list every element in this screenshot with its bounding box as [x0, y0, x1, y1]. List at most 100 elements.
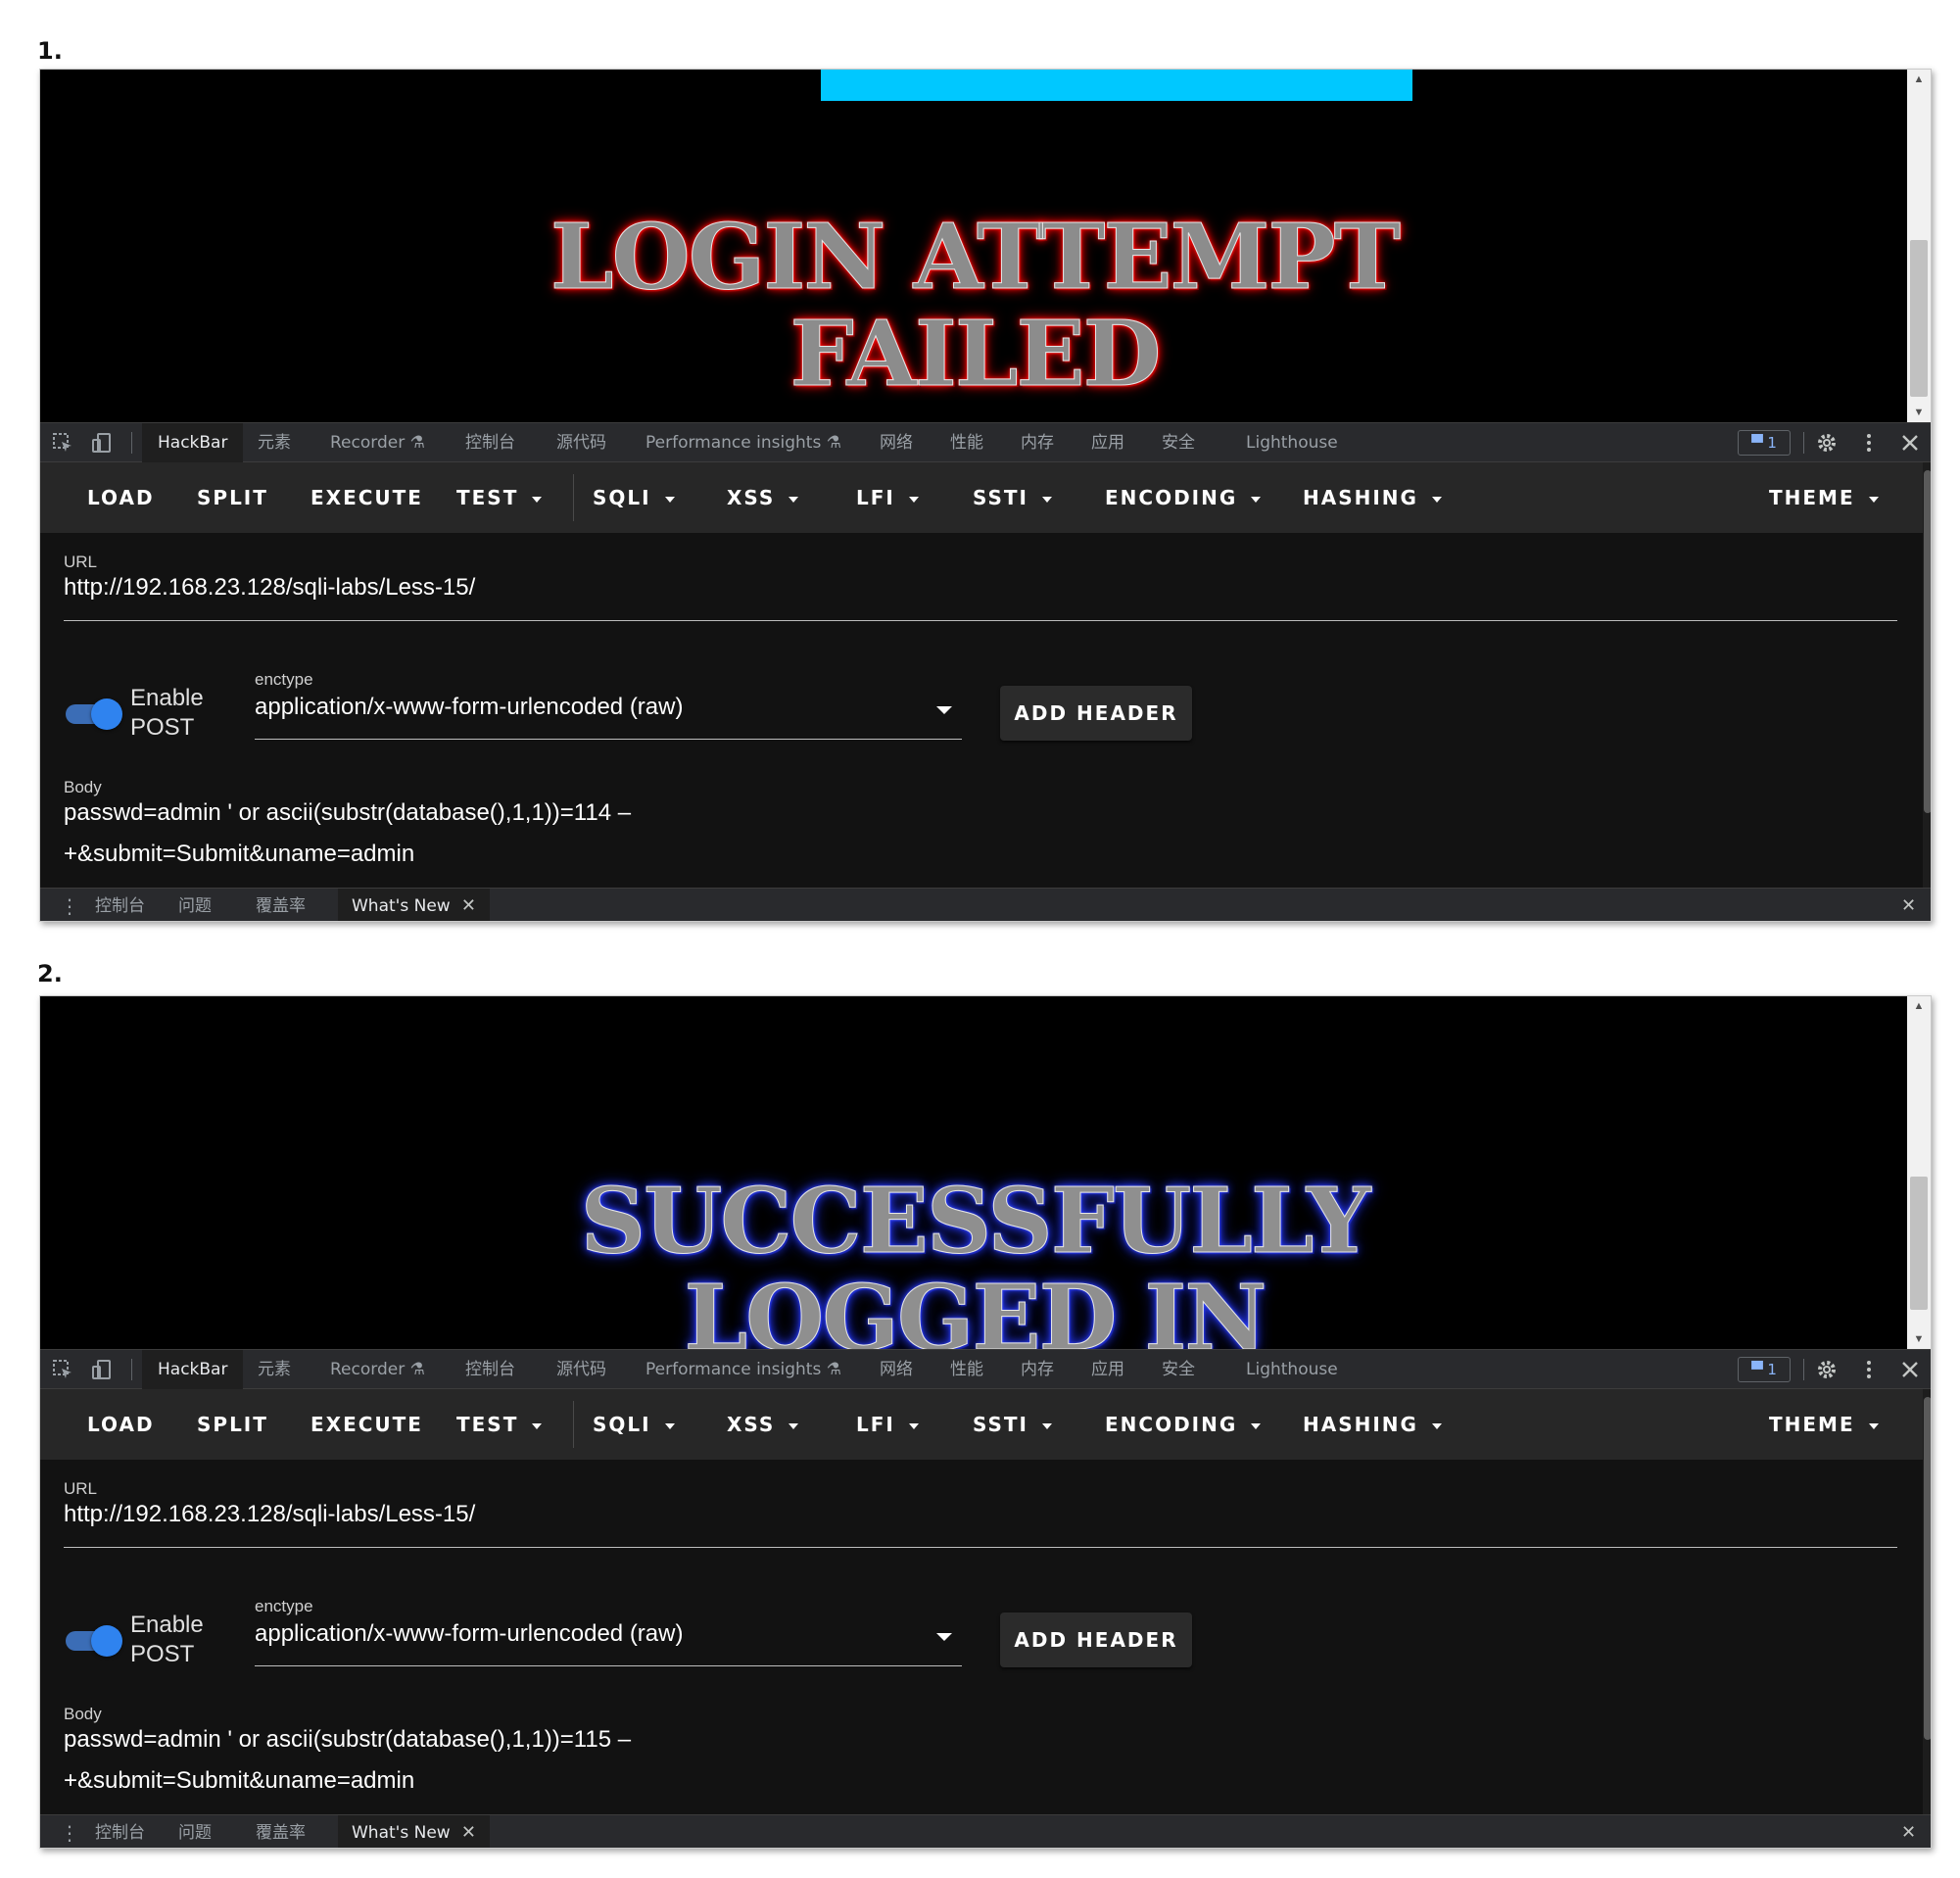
- load-button[interactable]: LOAD: [87, 462, 155, 533]
- encoding-menu[interactable]: ENCODING: [1105, 462, 1262, 533]
- dropdown-arrow-icon[interactable]: [936, 1633, 952, 1641]
- add-header-button[interactable]: ADD HEADER: [1000, 686, 1192, 741]
- body-line-2[interactable]: +&submit=Submit&uname=admin: [64, 1767, 414, 1795]
- drawer-tab-coverage[interactable]: 覆盖率: [256, 1815, 306, 1848]
- drawer-tab-issues[interactable]: 问题: [178, 1815, 212, 1848]
- enable-post-toggle[interactable]: [64, 1620, 122, 1660]
- tab-application[interactable]: 应用: [1091, 1350, 1124, 1389]
- test-menu[interactable]: TEST: [456, 462, 543, 533]
- tab-recorder[interactable]: Recorder ⚗: [330, 423, 425, 462]
- tab-lighthouse[interactable]: Lighthouse: [1246, 423, 1338, 462]
- caret-down-icon: [1251, 1422, 1262, 1429]
- xss-menu[interactable]: XSS: [727, 1389, 799, 1460]
- issues-badge[interactable]: ▀ 1: [1738, 1357, 1791, 1382]
- tab-elements[interactable]: 元素: [258, 423, 291, 462]
- tab-network[interactable]: 网络: [880, 423, 913, 462]
- issues-badge[interactable]: ▀ 1: [1738, 430, 1791, 456]
- scroll-up-icon[interactable]: ▲: [1907, 996, 1931, 1016]
- execute-button[interactable]: EXECUTE: [311, 462, 423, 533]
- body-line-1[interactable]: passwd=admin ' or ascii(substr(database(…: [64, 799, 631, 827]
- tab-console[interactable]: 控制台: [465, 1350, 515, 1389]
- split-button[interactable]: SPLIT: [197, 1389, 268, 1460]
- enable-post-toggle[interactable]: [64, 694, 122, 733]
- tab-network[interactable]: 网络: [880, 1350, 913, 1389]
- enctype-select[interactable]: application/x-www-form-urlencoded (raw): [255, 694, 683, 721]
- drawer-tab-console[interactable]: 控制台: [95, 1815, 145, 1848]
- caret-down-icon: [532, 1422, 543, 1429]
- ssti-menu[interactable]: SSTI: [973, 462, 1052, 533]
- sqli-menu[interactable]: SQLI: [593, 1389, 675, 1460]
- tab-performance[interactable]: 性能: [950, 1350, 983, 1389]
- tab-lighthouse[interactable]: Lighthouse: [1246, 1350, 1338, 1389]
- ssti-menu[interactable]: SSTI: [973, 1389, 1052, 1460]
- enable-post-label-line1: Enable: [130, 685, 204, 711]
- scroll-thumb[interactable]: [1910, 240, 1928, 397]
- scroll-down-icon[interactable]: ▼: [1907, 1329, 1931, 1349]
- close-tab-icon[interactable]: ✕: [455, 1822, 476, 1843]
- add-header-button[interactable]: ADD HEADER: [1000, 1613, 1192, 1667]
- settings-gear-icon[interactable]: [1816, 432, 1838, 454]
- caret-down-icon: [908, 1422, 919, 1429]
- split-button[interactable]: SPLIT: [197, 462, 268, 533]
- drawer-tab-issues[interactable]: 问题: [178, 889, 212, 921]
- theme-menu[interactable]: THEME: [1769, 462, 1879, 533]
- drawer-menu-icon[interactable]: ⋮: [60, 1815, 79, 1848]
- tab-security[interactable]: 安全: [1162, 1350, 1195, 1389]
- tab-memory[interactable]: 内存: [1021, 1350, 1054, 1389]
- lfi-menu[interactable]: LFI: [856, 1389, 919, 1460]
- tab-memory[interactable]: 内存: [1021, 423, 1054, 462]
- tab-performance-insights[interactable]: Performance insights ⚗: [645, 423, 841, 462]
- close-icon[interactable]: [1899, 1359, 1921, 1380]
- load-button[interactable]: LOAD: [87, 1389, 155, 1460]
- tab-console[interactable]: 控制台: [465, 423, 515, 462]
- drawer-tab-coverage[interactable]: 覆盖率: [256, 889, 306, 921]
- body-line-1[interactable]: passwd=admin ' or ascii(substr(database(…: [64, 1726, 631, 1754]
- sqli-menu[interactable]: SQLI: [593, 462, 675, 533]
- more-vert-icon[interactable]: [1858, 432, 1880, 454]
- inspect-element-icon[interactable]: [52, 432, 73, 454]
- url-input[interactable]: http://192.168.23.128/sqli-labs/Less-15/: [64, 1501, 475, 1528]
- enctype-select[interactable]: application/x-www-form-urlencoded (raw): [255, 1620, 683, 1648]
- close-icon[interactable]: [1899, 432, 1921, 454]
- page-scrollbar[interactable]: ▲ ▼: [1907, 996, 1931, 1349]
- more-vert-icon[interactable]: [1858, 1359, 1880, 1380]
- page-scrollbar[interactable]: ▲ ▼: [1907, 70, 1931, 422]
- scroll-thumb[interactable]: [1910, 1177, 1928, 1310]
- tab-security[interactable]: 安全: [1162, 423, 1195, 462]
- drawer-tab-console[interactable]: 控制台: [95, 889, 145, 921]
- tab-performance[interactable]: 性能: [950, 423, 983, 462]
- device-toolbar-icon[interactable]: [91, 432, 113, 454]
- hashing-menu[interactable]: HASHING: [1303, 462, 1442, 533]
- tab-sources[interactable]: 源代码: [556, 423, 606, 462]
- drawer-menu-icon[interactable]: ⋮: [60, 889, 79, 921]
- close-drawer-icon[interactable]: ✕: [1901, 1815, 1916, 1848]
- tab-hackbar[interactable]: HackBar: [142, 1350, 244, 1389]
- hashing-menu[interactable]: HASHING: [1303, 1389, 1442, 1460]
- xss-menu[interactable]: XSS: [727, 462, 799, 533]
- tab-performance-insights[interactable]: Performance insights ⚗: [645, 1350, 841, 1389]
- body-line-2[interactable]: +&submit=Submit&uname=admin: [64, 841, 414, 868]
- scroll-down-icon[interactable]: ▼: [1907, 403, 1931, 422]
- drawer-tab-whats-new[interactable]: What's New ✕: [338, 1815, 490, 1848]
- theme-menu[interactable]: THEME: [1769, 1389, 1879, 1460]
- hackbar-scrollbar[interactable]: [1923, 1389, 1931, 1814]
- tab-hackbar[interactable]: HackBar: [142, 423, 244, 462]
- execute-button[interactable]: EXECUTE: [311, 1389, 423, 1460]
- lfi-menu[interactable]: LFI: [856, 462, 919, 533]
- hackbar-scrollbar[interactable]: [1923, 462, 1931, 888]
- dropdown-arrow-icon[interactable]: [936, 706, 952, 714]
- encoding-menu[interactable]: ENCODING: [1105, 1389, 1262, 1460]
- tab-elements[interactable]: 元素: [258, 1350, 291, 1389]
- device-toolbar-icon[interactable]: [91, 1359, 113, 1380]
- settings-gear-icon[interactable]: [1816, 1359, 1838, 1380]
- drawer-tab-whats-new[interactable]: What's New ✕: [338, 889, 490, 921]
- close-drawer-icon[interactable]: ✕: [1901, 889, 1916, 921]
- test-menu[interactable]: TEST: [456, 1389, 543, 1460]
- tab-recorder[interactable]: Recorder ⚗: [330, 1350, 425, 1389]
- inspect-element-icon[interactable]: [52, 1359, 73, 1380]
- tab-application[interactable]: 应用: [1091, 423, 1124, 462]
- tab-sources[interactable]: 源代码: [556, 1350, 606, 1389]
- url-input[interactable]: http://192.168.23.128/sqli-labs/Less-15/: [64, 574, 475, 602]
- scroll-up-icon[interactable]: ▲: [1907, 70, 1931, 89]
- close-tab-icon[interactable]: ✕: [455, 895, 476, 916]
